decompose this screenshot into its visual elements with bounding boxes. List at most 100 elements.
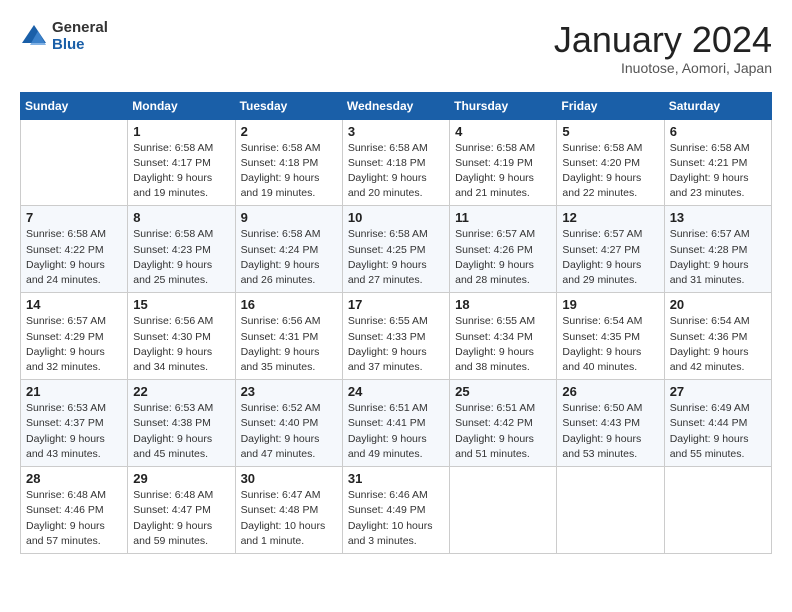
weekday-header-thursday: Thursday [450,92,557,119]
weekday-header-friday: Friday [557,92,664,119]
day-info: Sunrise: 6:56 AM Sunset: 4:30 PM Dayligh… [133,314,229,375]
day-info: Sunrise: 6:48 AM Sunset: 4:46 PM Dayligh… [26,488,122,549]
day-number: 21 [26,384,122,399]
day-info: Sunrise: 6:51 AM Sunset: 4:41 PM Dayligh… [348,401,444,462]
calendar-cell: 7 Sunrise: 6:58 AM Sunset: 4:22 PM Daylig… [21,206,128,293]
calendar-cell: 11Sunrise: 6:57 AM Sunset: 4:26 PM Dayli… [450,206,557,293]
calendar-cell: 6Sunrise: 6:58 AM Sunset: 4:21 PM Daylig… [664,119,771,206]
day-info: Sunrise: 6:57 AM Sunset: 4:26 PM Dayligh… [455,227,551,288]
day-info: Sunrise: 6:52 AM Sunset: 4:40 PM Dayligh… [241,401,337,462]
day-info: Sunrise: 6:55 AM Sunset: 4:33 PM Dayligh… [348,314,444,375]
day-number: 30 [241,471,337,486]
weekday-header-sunday: Sunday [21,92,128,119]
day-number: 12 [562,210,658,225]
day-info: Sunrise: 6:58 AM Sunset: 4:25 PM Dayligh… [348,227,444,288]
calendar-table: SundayMondayTuesdayWednesdayThursdayFrid… [20,92,772,554]
calendar-cell: 26Sunrise: 6:50 AM Sunset: 4:43 PM Dayli… [557,380,664,467]
month-title: January 2024 [554,20,772,60]
calendar-cell: 13 Sunrise: 6:57 AM Sunset: 4:28 PM Dayli… [664,206,771,293]
day-number: 13 [670,210,766,225]
day-info: Sunrise: 6:58 AM Sunset: 4:22 PM Dayligh… [26,227,122,288]
day-number: 19 [562,297,658,312]
calendar-cell: 3 Sunrise: 6:58 AM Sunset: 4:18 PM Daylig… [342,119,449,206]
day-info: Sunrise: 6:58 AM Sunset: 4:23 PM Dayligh… [133,227,229,288]
logo: General Blue [20,20,108,53]
calendar-cell [450,467,557,554]
day-info: Sunrise: 6:49 AM Sunset: 4:44 PM Dayligh… [670,401,766,462]
day-number: 27 [670,384,766,399]
weekday-header-wednesday: Wednesday [342,92,449,119]
logo-text: General Blue [52,20,108,53]
logo-icon [20,23,48,51]
day-number: 2 [241,124,337,139]
day-info: Sunrise: 6:58 AM Sunset: 4:17 PM Dayligh… [133,141,229,202]
day-number: 9 [241,210,337,225]
day-number: 18 [455,297,551,312]
calendar-cell: 12 Sunrise: 6:57 AM Sunset: 4:27 PM Dayli… [557,206,664,293]
calendar-cell: 23 Sunrise: 6:52 AM Sunset: 4:40 PM Dayli… [235,380,342,467]
day-number: 16 [241,297,337,312]
calendar-cell [664,467,771,554]
calendar-week-5: 28Sunrise: 6:48 AM Sunset: 4:46 PM Dayli… [21,467,772,554]
day-info: Sunrise: 6:56 AM Sunset: 4:31 PM Dayligh… [241,314,337,375]
day-info: Sunrise: 6:54 AM Sunset: 4:36 PM Dayligh… [670,314,766,375]
page-header: General Blue January 2024 Inuotose, Aomo… [20,20,772,76]
day-info: Sunrise: 6:47 AM Sunset: 4:48 PM Dayligh… [241,488,337,549]
day-number: 5 [562,124,658,139]
day-info: Sunrise: 6:57 AM Sunset: 4:28 PM Dayligh… [670,227,766,288]
day-number: 23 [241,384,337,399]
day-number: 3 [348,124,444,139]
day-number: 24 [348,384,444,399]
calendar-cell: 19 Sunrise: 6:54 AM Sunset: 4:35 PM Dayli… [557,293,664,380]
day-number: 17 [348,297,444,312]
day-info: Sunrise: 6:58 AM Sunset: 4:19 PM Dayligh… [455,141,551,202]
calendar-cell: 24 Sunrise: 6:51 AM Sunset: 4:41 PM Dayli… [342,380,449,467]
calendar-cell: 30 Sunrise: 6:47 AM Sunset: 4:48 PM Dayli… [235,467,342,554]
day-number: 29 [133,471,229,486]
calendar-week-3: 14Sunrise: 6:57 AM Sunset: 4:29 PM Dayli… [21,293,772,380]
calendar-header-row: SundayMondayTuesdayWednesdayThursdayFrid… [21,92,772,119]
calendar-cell: 20 Sunrise: 6:54 AM Sunset: 4:36 PM Dayli… [664,293,771,380]
day-info: Sunrise: 6:58 AM Sunset: 4:18 PM Dayligh… [348,141,444,202]
calendar-week-1: 1Sunrise: 6:58 AM Sunset: 4:17 PM Daylig… [21,119,772,206]
calendar-cell: 27 Sunrise: 6:49 AM Sunset: 4:44 PM Dayli… [664,380,771,467]
day-info: Sunrise: 6:50 AM Sunset: 4:43 PM Dayligh… [562,401,658,462]
calendar-cell: 31Sunrise: 6:46 AM Sunset: 4:49 PM Dayli… [342,467,449,554]
calendar-cell: 1Sunrise: 6:58 AM Sunset: 4:17 PM Daylig… [128,119,235,206]
weekday-header-tuesday: Tuesday [235,92,342,119]
calendar-week-4: 21 Sunrise: 6:53 AM Sunset: 4:37 PM Dayli… [21,380,772,467]
day-number: 6 [670,124,766,139]
day-info: Sunrise: 6:53 AM Sunset: 4:37 PM Dayligh… [26,401,122,462]
day-info: Sunrise: 6:46 AM Sunset: 4:49 PM Dayligh… [348,488,444,549]
calendar-cell: 15Sunrise: 6:56 AM Sunset: 4:30 PM Dayli… [128,293,235,380]
calendar-cell: 22Sunrise: 6:53 AM Sunset: 4:38 PM Dayli… [128,380,235,467]
weekday-header-saturday: Saturday [664,92,771,119]
calendar-cell: 14Sunrise: 6:57 AM Sunset: 4:29 PM Dayli… [21,293,128,380]
day-number: 7 [26,210,122,225]
calendar-cell [21,119,128,206]
calendar-cell: 4 Sunrise: 6:58 AM Sunset: 4:19 PM Daylig… [450,119,557,206]
day-info: Sunrise: 6:54 AM Sunset: 4:35 PM Dayligh… [562,314,658,375]
day-info: Sunrise: 6:57 AM Sunset: 4:29 PM Dayligh… [26,314,122,375]
day-info: Sunrise: 6:48 AM Sunset: 4:47 PM Dayligh… [133,488,229,549]
calendar-cell: 28Sunrise: 6:48 AM Sunset: 4:46 PM Dayli… [21,467,128,554]
weekday-header-monday: Monday [128,92,235,119]
day-number: 10 [348,210,444,225]
calendar-cell: 9Sunrise: 6:58 AM Sunset: 4:24 PM Daylig… [235,206,342,293]
day-number: 4 [455,124,551,139]
day-info: Sunrise: 6:57 AM Sunset: 4:27 PM Dayligh… [562,227,658,288]
calendar-cell: 2 Sunrise: 6:58 AM Sunset: 4:18 PM Daylig… [235,119,342,206]
day-number: 20 [670,297,766,312]
day-info: Sunrise: 6:51 AM Sunset: 4:42 PM Dayligh… [455,401,551,462]
calendar-cell: 21 Sunrise: 6:53 AM Sunset: 4:37 PM Dayli… [21,380,128,467]
day-number: 25 [455,384,551,399]
calendar-cell: 16 Sunrise: 6:56 AM Sunset: 4:31 PM Dayli… [235,293,342,380]
calendar-cell: 5Sunrise: 6:58 AM Sunset: 4:20 PM Daylig… [557,119,664,206]
calendar-cell: 18Sunrise: 6:55 AM Sunset: 4:34 PM Dayli… [450,293,557,380]
calendar-cell [557,467,664,554]
day-number: 22 [133,384,229,399]
calendar-cell: 10 Sunrise: 6:58 AM Sunset: 4:25 PM Dayli… [342,206,449,293]
subtitle: Inuotose, Aomori, Japan [554,60,772,76]
day-info: Sunrise: 6:58 AM Sunset: 4:18 PM Dayligh… [241,141,337,202]
day-number: 8 [133,210,229,225]
